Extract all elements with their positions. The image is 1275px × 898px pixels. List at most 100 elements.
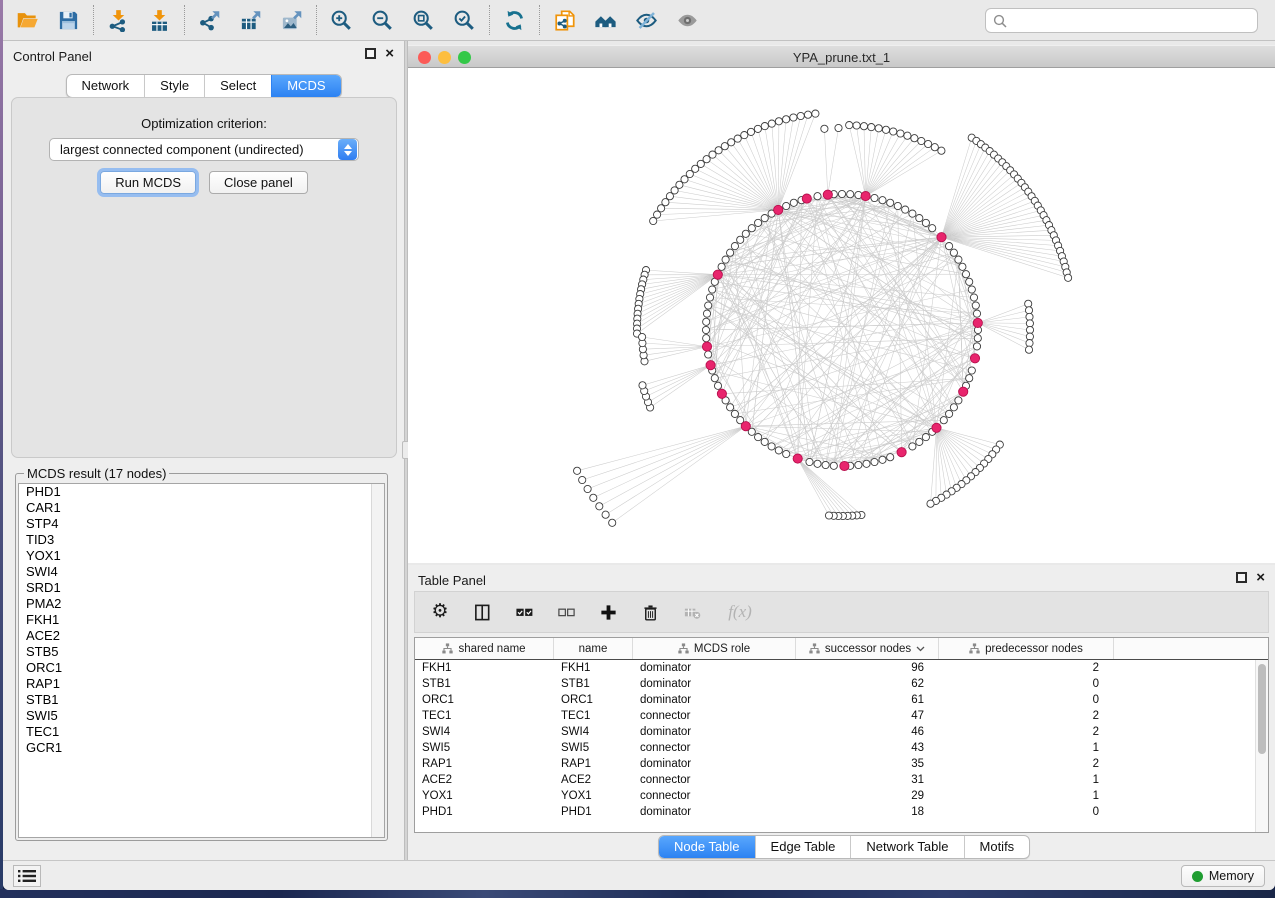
import-network-button[interactable] xyxy=(98,3,139,37)
cell-shared-name[interactable]: ORC1 xyxy=(415,694,554,706)
cell-name[interactable]: FKH1 xyxy=(554,662,633,674)
cell-shared-name[interactable]: ACE2 xyxy=(415,774,554,786)
cell-MCDS-role[interactable]: dominator xyxy=(633,678,796,690)
mcds-list-scrollbar[interactable] xyxy=(371,484,384,837)
cell-predecessor-nodes[interactable]: 1 xyxy=(939,790,1114,802)
mcds-result-item[interactable]: GCR1 xyxy=(19,740,384,756)
cell-predecessor-nodes[interactable]: 2 xyxy=(939,758,1114,770)
search-box[interactable] xyxy=(985,8,1258,33)
cell-MCDS-role[interactable]: dominator xyxy=(633,726,796,738)
export-table-button[interactable] xyxy=(230,3,271,37)
zoom-selected-button[interactable] xyxy=(444,3,485,37)
cell-successor-nodes[interactable]: 96 xyxy=(796,662,939,674)
deselect-all-button[interactable] xyxy=(555,601,577,623)
cell-name[interactable]: RAP1 xyxy=(554,758,633,770)
cell-predecessor-nodes[interactable]: 0 xyxy=(939,806,1114,818)
tab-node-table[interactable]: Node Table xyxy=(659,836,755,858)
cell-name[interactable]: ACE2 xyxy=(554,774,633,786)
home-view-button[interactable] xyxy=(585,3,626,37)
cell-successor-nodes[interactable]: 35 xyxy=(796,758,939,770)
search-input[interactable] xyxy=(1012,14,1257,28)
export-image-button[interactable] xyxy=(271,3,312,37)
tab-edge-table[interactable]: Edge Table xyxy=(755,836,851,858)
network-canvas[interactable] xyxy=(408,68,1275,563)
tab-select[interactable]: Select xyxy=(204,75,271,97)
mcds-result-item[interactable]: ORC1 xyxy=(19,660,384,676)
mcds-result-item[interactable]: SRD1 xyxy=(19,580,384,596)
cell-predecessor-nodes[interactable]: 2 xyxy=(939,710,1114,722)
cell-successor-nodes[interactable]: 47 xyxy=(796,710,939,722)
run-mcds-button[interactable]: Run MCDS xyxy=(100,171,196,194)
cell-name[interactable]: SWI4 xyxy=(554,726,633,738)
cell-shared-name[interactable]: RAP1 xyxy=(415,758,554,770)
mcds-result-item[interactable]: CAR1 xyxy=(19,500,384,516)
cell-MCDS-role[interactable]: connector xyxy=(633,790,796,802)
column-header-shared-name[interactable]: shared name xyxy=(415,638,554,659)
table-row[interactable]: ACE2ACE2connector311 xyxy=(415,772,1255,788)
table-settings-button[interactable]: ⚙ xyxy=(429,601,451,623)
cell-MCDS-role[interactable]: connector xyxy=(633,774,796,786)
cell-shared-name[interactable]: YOX1 xyxy=(415,790,554,802)
show-panels-button[interactable] xyxy=(13,865,41,887)
table-row[interactable]: SWI5SWI5connector431 xyxy=(415,740,1255,756)
mcds-result-item[interactable]: SWI4 xyxy=(19,564,384,580)
float-panel-button[interactable] xyxy=(365,48,376,59)
cell-successor-nodes[interactable]: 46 xyxy=(796,726,939,738)
mcds-result-item[interactable]: STP4 xyxy=(19,516,384,532)
create-column-button[interactable] xyxy=(597,601,619,623)
show-display-button[interactable] xyxy=(667,3,708,37)
cell-name[interactable]: PHD1 xyxy=(554,806,633,818)
tab-motifs[interactable]: Motifs xyxy=(964,836,1030,858)
close-panel-button[interactable]: × xyxy=(385,48,394,59)
cell-successor-nodes[interactable]: 61 xyxy=(796,694,939,706)
mcds-result-item[interactable]: ACE2 xyxy=(19,628,384,644)
column-header-MCDS-role[interactable]: MCDS role xyxy=(633,638,796,659)
cell-shared-name[interactable]: TEC1 xyxy=(415,710,554,722)
mcds-result-item[interactable]: RAP1 xyxy=(19,676,384,692)
cell-name[interactable]: STB1 xyxy=(554,678,633,690)
cell-MCDS-role[interactable]: connector xyxy=(633,710,796,722)
table-row[interactable]: TEC1TEC1connector472 xyxy=(415,708,1255,724)
cell-name[interactable]: SWI5 xyxy=(554,742,633,754)
table-row[interactable]: ORC1ORC1dominator610 xyxy=(415,692,1255,708)
zoom-fit-button[interactable] xyxy=(403,3,444,37)
column-header-predecessor-nodes[interactable]: predecessor nodes xyxy=(939,638,1114,659)
criterion-dropdown[interactable]: largest connected component (undirected) xyxy=(49,138,359,161)
cell-predecessor-nodes[interactable]: 0 xyxy=(939,694,1114,706)
select-all-button[interactable] xyxy=(513,601,535,623)
cell-shared-name[interactable]: SWI5 xyxy=(415,742,554,754)
cell-name[interactable]: ORC1 xyxy=(554,694,633,706)
tab-style[interactable]: Style xyxy=(144,75,204,97)
mcds-result-item[interactable]: SWI5 xyxy=(19,708,384,724)
table-row[interactable]: PHD1PHD1dominator180 xyxy=(415,804,1255,820)
cell-successor-nodes[interactable]: 31 xyxy=(796,774,939,786)
mcds-result-item[interactable]: STB5 xyxy=(19,644,384,660)
table-row[interactable]: FKH1FKH1dominator962 xyxy=(415,660,1255,676)
column-header-successor-nodes[interactable]: successor nodes xyxy=(796,638,939,659)
cell-shared-name[interactable]: SWI4 xyxy=(415,726,554,738)
cell-predecessor-nodes[interactable]: 2 xyxy=(939,726,1114,738)
close-mcds-panel-button[interactable]: Close panel xyxy=(209,171,308,194)
refresh-network-button[interactable] xyxy=(494,3,535,37)
column-header-name[interactable]: name xyxy=(554,638,633,659)
mcds-result-list[interactable]: PHD1CAR1STP4TID3YOX1SWI4SRD1PMA2FKH1ACE2… xyxy=(18,483,385,838)
cell-successor-nodes[interactable]: 18 xyxy=(796,806,939,818)
cell-name[interactable]: TEC1 xyxy=(554,710,633,722)
open-session-button[interactable] xyxy=(7,3,48,37)
export-network-button[interactable] xyxy=(189,3,230,37)
network-graph[interactable] xyxy=(408,68,1275,563)
float-table-panel-button[interactable] xyxy=(1236,572,1247,583)
cell-predecessor-nodes[interactable]: 1 xyxy=(939,774,1114,786)
table-scrollbar[interactable] xyxy=(1255,660,1268,832)
table-row[interactable]: STB1STB1dominator620 xyxy=(415,676,1255,692)
cell-name[interactable]: YOX1 xyxy=(554,790,633,802)
hide-display-button[interactable] xyxy=(626,3,667,37)
table-row[interactable]: SWI4SWI4dominator462 xyxy=(415,724,1255,740)
node-table-body[interactable]: FKH1FKH1dominator962STB1STB1dominator620… xyxy=(415,660,1255,832)
save-session-button[interactable] xyxy=(48,3,89,37)
zoom-out-button[interactable] xyxy=(362,3,403,37)
mcds-result-item[interactable]: STB1 xyxy=(19,692,384,708)
mcds-result-item[interactable]: YOX1 xyxy=(19,548,384,564)
cell-predecessor-nodes[interactable]: 2 xyxy=(939,662,1114,674)
cell-predecessor-nodes[interactable]: 1 xyxy=(939,742,1114,754)
